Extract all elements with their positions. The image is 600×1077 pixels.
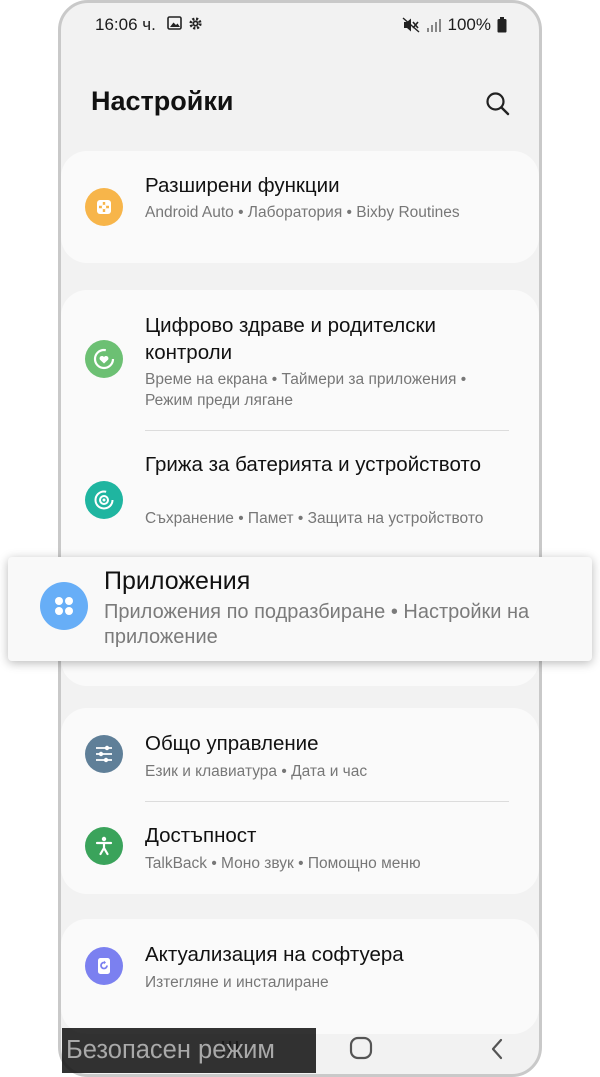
settings-card-update: Актуализация на софтуера Изтегляне и инс…	[61, 919, 539, 1034]
back-icon	[491, 1038, 503, 1060]
item-subtitle: Съхранение • Памет • Защита на устройств…	[145, 510, 484, 527]
settings-card-advanced: Разширени функции Android Auto • Лаборат…	[61, 151, 539, 263]
mute-icon	[402, 17, 419, 33]
signal-icon	[426, 18, 441, 32]
back-button[interactable]	[487, 1036, 507, 1067]
digital-wellbeing-icon	[85, 340, 123, 378]
page-title: Настройки	[91, 86, 234, 116]
item-title: Достъпност	[145, 824, 257, 847]
software-update-icon	[85, 947, 123, 985]
device-care-icon	[85, 481, 123, 519]
home-button[interactable]	[348, 1035, 374, 1066]
settings-item-digital-wellbeing[interactable]: Цифрово здраве и родителски контроли Вре…	[61, 290, 539, 430]
apps-subtitle: Приложения по подразбиране • Настройки н…	[104, 601, 530, 648]
gallery-icon	[167, 16, 182, 30]
settings-item-advanced-features[interactable]: Разширени функции Android Auto • Лаборат…	[61, 151, 539, 263]
advanced-features-icon	[85, 188, 123, 226]
phone-frame: 16:06 ч. 100% Настройки Разширени функци…	[58, 0, 542, 1077]
item-subtitle: Език и клавиатура • Дата и час	[145, 763, 368, 780]
settings-item-accessibility[interactable]: Достъпност TalkBack • Моно звук • Помощн…	[61, 802, 539, 894]
item-title: Грижа за батерията и устройството	[145, 453, 481, 476]
item-title: Актуализация на софтуера	[145, 943, 404, 966]
general-management-icon	[85, 735, 123, 773]
apps-title: Приложения	[104, 567, 251, 595]
apps-icon	[40, 582, 88, 630]
status-bar: 16:06 ч. 100%	[61, 3, 539, 45]
item-subtitle: TalkBack • Моно звук • Помощно меню	[145, 855, 421, 872]
settings-card-general: Общо управление Език и клавиатура • Дата…	[61, 708, 539, 894]
search-button[interactable]	[483, 89, 513, 119]
item-title: Разширени функции	[145, 174, 340, 197]
settings-item-general-management[interactable]: Общо управление Език и клавиатура • Дата…	[61, 708, 539, 801]
item-subtitle: Изтегляне и инсталиране	[145, 974, 329, 991]
accessibility-icon	[85, 827, 123, 865]
safe-mode-label: Безопасен режим	[62, 1028, 316, 1073]
battery-percentage: 100%	[447, 15, 491, 34]
status-time: 16:06 ч.	[95, 15, 156, 34]
item-subtitle: Android Auto • Лаборатория • Bixby Routi…	[145, 204, 460, 221]
status-left-icons	[167, 16, 203, 31]
settings-item-software-update[interactable]: Актуализация на софтуера Изтегляне и инс…	[61, 919, 539, 1013]
settings-gear-icon	[189, 17, 202, 30]
item-subtitle: Време на екрана • Таймери за приложения …	[145, 371, 467, 409]
status-right: 100%	[402, 15, 507, 35]
search-icon	[486, 92, 510, 116]
item-title: Цифрово здраве и родителски контроли	[145, 314, 436, 364]
settings-item-device-care[interactable]: Грижа за батерията и устройството Съхран…	[61, 431, 539, 561]
battery-icon	[497, 17, 507, 33]
home-icon	[349, 1036, 373, 1060]
item-title: Общо управление	[145, 732, 319, 755]
